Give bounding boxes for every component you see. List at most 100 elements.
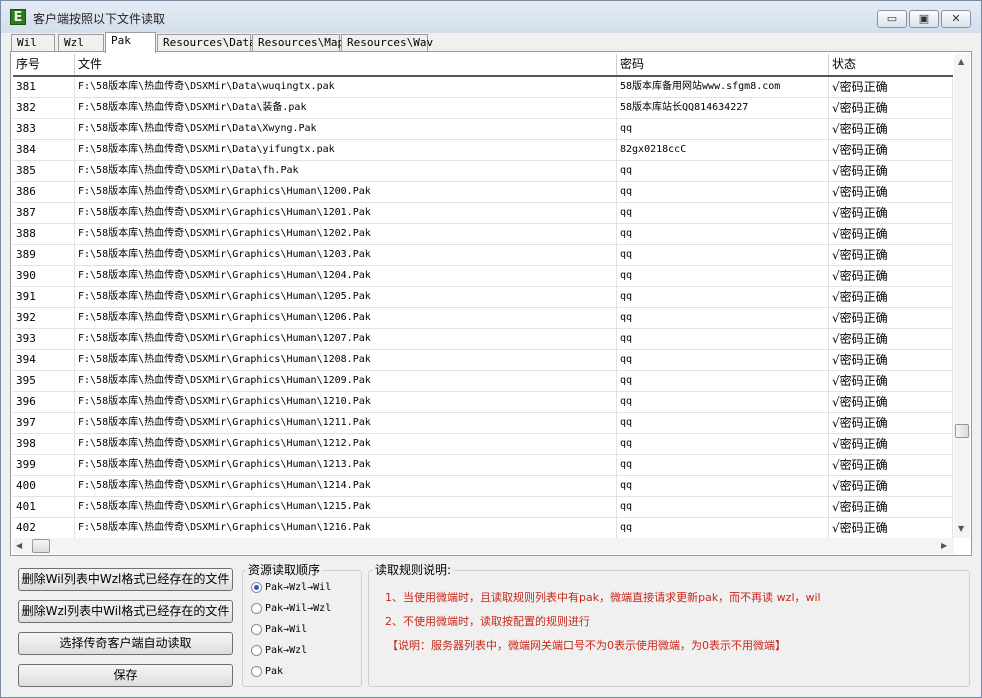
row-file: F:\58版本库\热血传奇\DSXMir\Graphics\Human\1205… — [75, 287, 617, 307]
row-password: qq — [617, 497, 829, 517]
row-status: √密码正确 — [829, 245, 953, 265]
header-status[interactable]: 状态 — [829, 54, 953, 75]
row-file: F:\58版本库\热血传奇\DSXMir\Graphics\Human\1215… — [75, 497, 617, 517]
row-no: 382 — [13, 98, 75, 118]
table-row[interactable]: 383 F:\58版本库\热血传奇\DSXMir\Data\Xwyng.Pak qq… — [13, 119, 953, 140]
row-status: √密码正确 — [829, 455, 953, 475]
row-password: qq — [617, 308, 829, 328]
table-row[interactable]: 399 F:\58版本库\热血传奇\DSXMir\Graphics\Human\1… — [13, 455, 953, 476]
app-icon: E — [10, 9, 26, 25]
tab-wzl[interactable]: Wzl — [58, 34, 104, 52]
row-no: 401 — [13, 497, 75, 517]
row-file: F:\58版本库\热血传奇\DSXMir\Graphics\Human\1214… — [75, 476, 617, 496]
header-file[interactable]: 文件 — [75, 54, 617, 75]
radio-circle-icon[interactable] — [251, 645, 262, 656]
title-bar[interactable]: E 客户端按照以下文件读取 ▭ ▣ ✕ — [1, 1, 981, 33]
row-password: qq — [617, 224, 829, 244]
tab-wil[interactable]: Wil — [11, 34, 55, 52]
minimize-button[interactable]: ▭ — [877, 10, 907, 28]
radio-label: Pak→Wil — [265, 624, 308, 635]
row-file: F:\58版本库\热血传奇\DSXMir\Graphics\Human\1208… — [75, 350, 617, 370]
rule-line-2: 2、不使用微端时，读取按配置的规则进行 — [385, 615, 590, 628]
row-no: 402 — [13, 518, 75, 538]
table-row[interactable]: 391 F:\58版本库\热血传奇\DSXMir\Graphics\Human\1… — [13, 287, 953, 308]
table-row[interactable]: 386 F:\58版本库\热血传奇\DSXMir\Graphics\Human\1… — [13, 182, 953, 203]
row-status: √密码正确 — [829, 77, 953, 97]
row-status: √密码正确 — [829, 497, 953, 517]
table-row[interactable]: 395 F:\58版本库\热血传奇\DSXMir\Graphics\Human\1… — [13, 371, 953, 392]
row-status: √密码正确 — [829, 476, 953, 496]
header-password[interactable]: 密码 — [617, 54, 829, 75]
table-row[interactable]: 397 F:\58版本库\热血传奇\DSXMir\Graphics\Human\1… — [13, 413, 953, 434]
scroll-down-icon[interactable]: ▼ — [958, 524, 964, 534]
save-button[interactable]: 保存 — [18, 664, 233, 687]
delete-wzl-duplicates-button[interactable]: 删除Wzl列表中Wil格式已经存在的文件 — [18, 600, 233, 623]
row-no: 390 — [13, 266, 75, 286]
row-no: 391 — [13, 287, 75, 307]
rules-title: 读取规则说明: — [373, 561, 454, 578]
table-row[interactable]: 400 F:\58版本库\热血传奇\DSXMir\Graphics\Human\1… — [13, 476, 953, 497]
table-row[interactable]: 389 F:\58版本库\热血传奇\DSXMir\Graphics\Human\1… — [13, 245, 953, 266]
row-no: 392 — [13, 308, 75, 328]
tab-resources-map[interactable]: Resources\Map — [252, 34, 344, 52]
table-row[interactable]: 390 F:\58版本库\热血传奇\DSXMir\Graphics\Human\1… — [13, 266, 953, 287]
radio-circle-icon[interactable] — [251, 666, 262, 677]
tab-resources-wav[interactable]: Resources\Wav — [341, 34, 433, 52]
table-row[interactable]: 392 F:\58版本库\热血传奇\DSXMir\Graphics\Human\1… — [13, 308, 953, 329]
radio-circle-icon[interactable] — [251, 624, 262, 635]
row-status: √密码正确 — [829, 161, 953, 181]
table-row[interactable]: 396 F:\58版本库\热血传奇\DSXMir\Graphics\Human\1… — [13, 392, 953, 413]
table-row[interactable]: 384 F:\58版本库\热血传奇\DSXMir\Data\yifungtx.pa… — [13, 140, 953, 161]
row-password: 58版本库站长QQ814634227 — [617, 98, 829, 118]
row-no: 385 — [13, 161, 75, 181]
row-status: √密码正确 — [829, 119, 953, 139]
row-file: F:\58版本库\热血传奇\DSXMir\Graphics\Human\1211… — [75, 413, 617, 433]
row-no: 388 — [13, 224, 75, 244]
horizontal-scrollbar[interactable]: ◀ ▶ — [13, 538, 954, 554]
row-no: 399 — [13, 455, 75, 475]
radio-circle-icon[interactable] — [251, 603, 262, 614]
maximize-button[interactable]: ▣ — [909, 10, 939, 28]
table-row[interactable]: 394 F:\58版本库\热血传奇\DSXMir\Graphics\Human\1… — [13, 350, 953, 371]
delete-wil-duplicates-button[interactable]: 删除Wil列表中Wzl格式已经存在的文件 — [18, 568, 233, 591]
row-password: qq — [617, 476, 829, 496]
table-row[interactable]: 398 F:\58版本库\热血传奇\DSXMir\Graphics\Human\1… — [13, 434, 953, 455]
row-file: F:\58版本库\热血传奇\DSXMir\Graphics\Human\1207… — [75, 329, 617, 349]
header-no[interactable]: 序号 — [13, 54, 75, 75]
tab-pak[interactable]: Pak — [105, 32, 156, 53]
table-row[interactable]: 402 F:\58版本库\热血传奇\DSXMir\Graphics\Human\1… — [13, 518, 953, 538]
row-file: F:\58版本库\热血传奇\DSXMir\Data\fh.Pak — [75, 161, 617, 181]
table-row[interactable]: 401 F:\58版本库\热血传奇\DSXMir\Graphics\Human\1… — [13, 497, 953, 518]
row-file: F:\58版本库\热血传奇\DSXMir\Graphics\Human\1204… — [75, 266, 617, 286]
row-password: qq — [617, 203, 829, 223]
row-password: qq — [617, 350, 829, 370]
row-status: √密码正确 — [829, 266, 953, 286]
vertical-scroll-thumb[interactable] — [955, 424, 969, 438]
tab-resources-data[interactable]: Resources\Data — [157, 34, 256, 52]
close-button[interactable]: ✕ — [941, 10, 971, 28]
select-client-button[interactable]: 选择传奇客户端自动读取 — [18, 632, 233, 655]
row-status: √密码正确 — [829, 371, 953, 391]
vertical-scrollbar[interactable]: ▲ ▼ — [954, 54, 970, 538]
row-password: qq — [617, 413, 829, 433]
table-row[interactable]: 381 F:\58版本库\热血传奇\DSXMir\Data\wuqingtx.pa… — [13, 77, 953, 98]
table-row[interactable]: 388 F:\58版本库\热血传奇\DSXMir\Graphics\Human\1… — [13, 224, 953, 245]
table-row[interactable]: 393 F:\58版本库\热血传奇\DSXMir\Graphics\Human\1… — [13, 329, 953, 350]
file-grid[interactable]: 序号 文件 密码 状态 381 F:\58版本库\热血传奇\DSXMir\Data… — [13, 54, 953, 538]
grid-header: 序号 文件 密码 状态 — [13, 54, 953, 77]
table-row[interactable]: 385 F:\58版本库\热血传奇\DSXMir\Data\fh.Pak qq √密码… — [13, 161, 953, 182]
radio-circle-icon[interactable] — [251, 582, 262, 593]
scroll-right-icon[interactable]: ▶ — [941, 541, 947, 551]
radio-label: Pak — [265, 666, 284, 677]
row-status: √密码正确 — [829, 203, 953, 223]
row-password: qq — [617, 434, 829, 454]
table-row[interactable]: 387 F:\58版本库\热血传奇\DSXMir\Graphics\Human\1… — [13, 203, 953, 224]
scroll-up-icon[interactable]: ▲ — [958, 57, 964, 67]
row-password: qq — [617, 455, 829, 475]
horizontal-scroll-thumb[interactable] — [32, 539, 50, 553]
row-file: F:\58版本库\热血传奇\DSXMir\Graphics\Human\1210… — [75, 392, 617, 412]
row-no: 381 — [13, 77, 75, 97]
row-status: √密码正确 — [829, 182, 953, 202]
scroll-left-icon[interactable]: ◀ — [16, 541, 22, 551]
table-row[interactable]: 382 F:\58版本库\热血传奇\DSXMir\Data\装备.pak 58版本库… — [13, 98, 953, 119]
